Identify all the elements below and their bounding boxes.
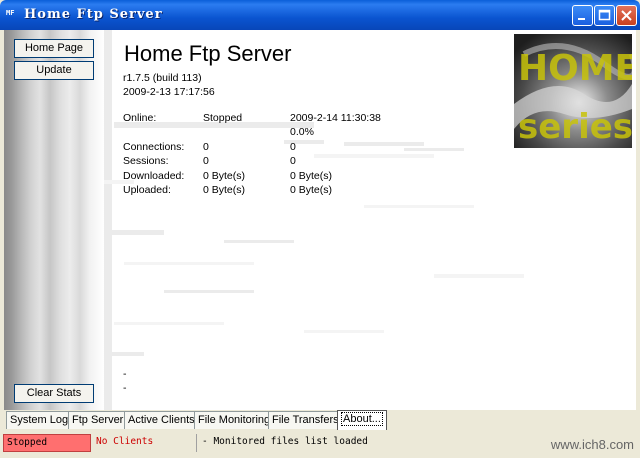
message-status: - Monitored files list loaded xyxy=(202,436,368,447)
connections-label: Connections: xyxy=(123,141,185,153)
version-label: r1.7.5 (build 113) xyxy=(123,72,202,84)
connections-total: 0 xyxy=(290,141,296,153)
logo-home-text: HOME xyxy=(518,48,632,89)
tab-system-log[interactable]: System Log xyxy=(6,411,73,429)
clients-status: No Clients xyxy=(93,434,197,452)
tab-about[interactable]: About... xyxy=(337,410,387,430)
clear-stats-button[interactable]: Clear Stats xyxy=(14,384,94,403)
minimize-button[interactable] xyxy=(572,5,593,26)
sessions-total: 0 xyxy=(290,155,296,167)
logo-series-text: series xyxy=(518,107,632,147)
home-page-button[interactable]: Home Page xyxy=(14,39,94,58)
uploaded-total: 0 Byte(s) xyxy=(290,184,333,196)
main-panel: Home Page Update Clear Stats Home Ftp Se… xyxy=(4,30,636,410)
footer-dash: - xyxy=(123,382,127,394)
downloaded-value: 0 Byte(s) xyxy=(203,170,246,182)
tab-file-monitoring[interactable]: File Monitoring xyxy=(194,411,275,429)
online-percent: 0.0% xyxy=(290,126,314,138)
server-state-status: Stopped xyxy=(3,434,91,452)
connections-value: 0 xyxy=(203,141,209,153)
tab-bar: System Log Ftp Server Active Clients Fil… xyxy=(4,410,636,430)
sessions-label: Sessions: xyxy=(123,155,169,167)
downloaded-label: Downloaded: xyxy=(123,170,185,182)
footer-dash: - xyxy=(123,368,127,380)
maximize-icon xyxy=(598,9,611,21)
application-window: MF Home Ftp Server Home Page Update Clea… xyxy=(0,0,640,458)
online-label: Online: xyxy=(123,112,157,124)
online-time: 2009-2-14 11:30:38 xyxy=(290,112,381,124)
window-title: Home Ftp Server xyxy=(24,7,163,22)
close-button[interactable] xyxy=(616,5,637,26)
maximize-button[interactable] xyxy=(594,5,615,26)
uploaded-label: Uploaded: xyxy=(123,184,171,196)
app-icon: MF xyxy=(6,9,15,17)
home-series-logo: HOME series xyxy=(514,34,632,148)
uploaded-value: 0 Byte(s) xyxy=(203,184,246,196)
tab-ftp-server[interactable]: Ftp Server xyxy=(68,411,128,429)
title-bar[interactable]: MF Home Ftp Server xyxy=(0,0,640,30)
minimize-icon xyxy=(578,18,585,20)
watermark: www.ich8.com xyxy=(550,437,634,452)
build-date-label: 2009-2-13 17:17:56 xyxy=(123,86,215,98)
tab-active-clients[interactable]: Active Clients xyxy=(124,411,199,429)
status-bar: Stopped No Clients - Monitored files lis… xyxy=(0,432,640,458)
downloaded-total: 0 Byte(s) xyxy=(290,170,333,182)
tab-file-transfers[interactable]: File Transfers xyxy=(268,411,343,429)
online-status: Stopped xyxy=(203,112,243,124)
sessions-value: 0 xyxy=(203,155,209,167)
tab-about-label: About... xyxy=(341,412,383,426)
update-button[interactable]: Update xyxy=(14,61,94,80)
page-title: Home Ftp Server xyxy=(124,41,292,66)
sidebar xyxy=(4,30,104,410)
close-icon xyxy=(621,10,632,21)
